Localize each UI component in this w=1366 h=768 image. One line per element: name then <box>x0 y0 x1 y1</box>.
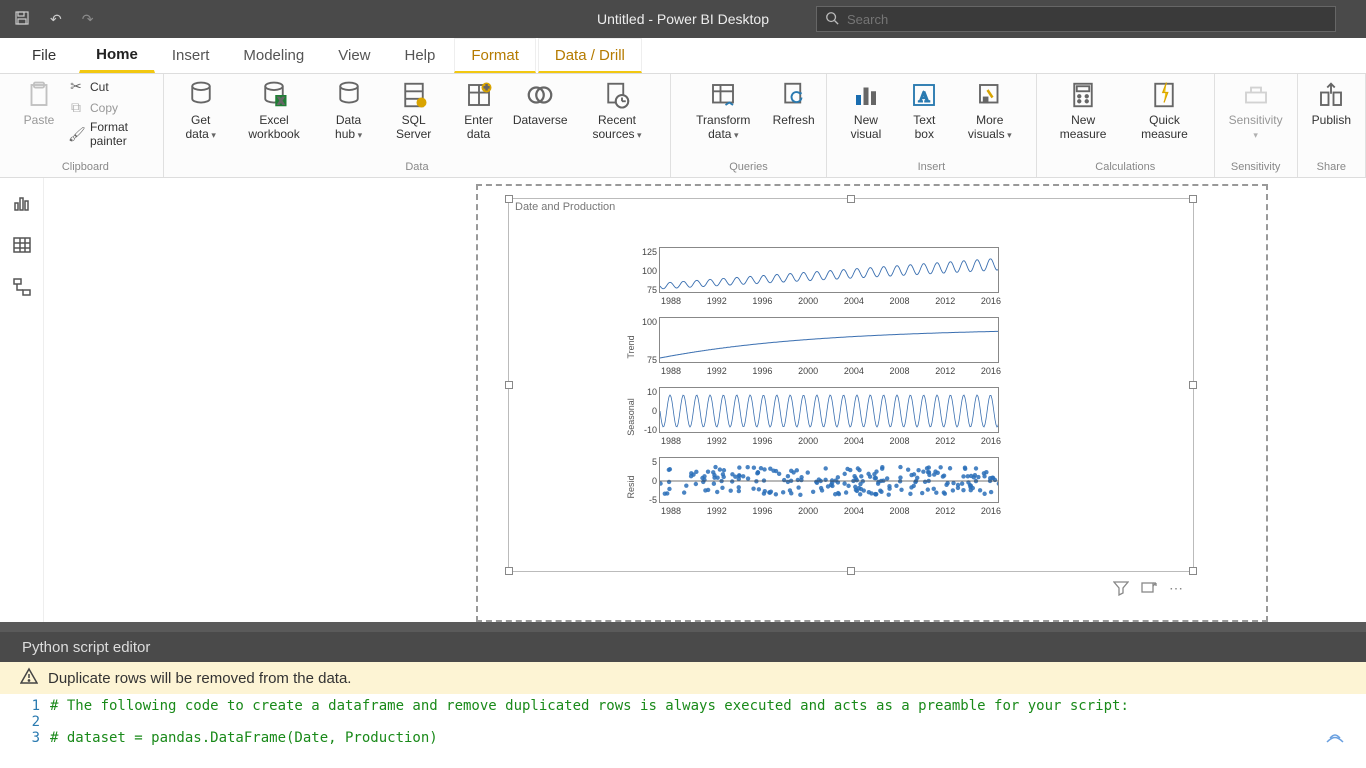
group-data-label: Data <box>172 161 662 177</box>
more-visuals-button[interactable]: More visuals <box>952 74 1028 142</box>
sensitivity-button[interactable]: Sensitivity <box>1223 74 1289 142</box>
recent-sources-button[interactable]: Recent sources <box>572 74 662 142</box>
new-visual-button[interactable]: New visual <box>835 74 897 142</box>
more-visuals-icon <box>975 78 1005 112</box>
text-icon: A <box>909 78 939 112</box>
group-sens-label: Sensitivity <box>1223 161 1289 177</box>
save-icon[interactable] <box>10 10 34 29</box>
resize-handle[interactable] <box>1189 381 1197 389</box>
publish-button[interactable]: Publish <box>1306 74 1357 128</box>
tab-modeling[interactable]: Modeling <box>226 38 321 73</box>
tab-datadrill[interactable]: Data / Drill <box>538 38 642 73</box>
python-visual[interactable]: Date and Production 12510075198819921996… <box>508 198 1194 572</box>
tab-help[interactable]: Help <box>388 38 453 73</box>
undo-icon[interactable]: ↶ <box>46 11 66 28</box>
resize-handle[interactable] <box>847 567 855 575</box>
resize-handle[interactable] <box>505 567 513 575</box>
enter-data-button[interactable]: +Enter data <box>449 74 509 142</box>
data-view-button[interactable] <box>11 234 33 256</box>
svg-text:+: + <box>483 83 488 93</box>
chart-icon <box>851 78 881 112</box>
data-hub-button[interactable]: Data hub <box>318 74 378 142</box>
search-icon <box>825 11 839 28</box>
svg-text:X: X <box>278 96 284 106</box>
excel-button[interactable]: XExcel workbook <box>232 74 317 142</box>
group-calc-label: Calculations <box>1045 161 1206 177</box>
transform-data-button[interactable]: Transform data <box>679 74 767 142</box>
filter-icon[interactable] <box>1113 580 1129 599</box>
report-canvas[interactable]: Date and Production 12510075198819921996… <box>44 178 1366 622</box>
resize-handle[interactable] <box>505 381 513 389</box>
clipboard-icon <box>24 78 54 112</box>
data-hub-icon <box>334 78 364 112</box>
paste-button[interactable]: Paste <box>16 74 62 128</box>
warning-icon <box>20 667 38 689</box>
group-insert-label: Insert <box>835 161 1028 177</box>
excel-icon: X <box>259 78 289 112</box>
ribbon: Paste ✂Cut ⧉Copy 🖌Format painter Clipboa… <box>0 74 1366 178</box>
focus-mode-icon[interactable] <box>1141 580 1157 599</box>
sensitivity-icon <box>1241 78 1271 112</box>
tab-file[interactable]: File <box>15 38 79 73</box>
splitter[interactable] <box>0 622 1366 632</box>
ribbon-tabs: File Home Insert Modeling View Help Form… <box>0 38 1366 74</box>
text-box-button[interactable]: AText box <box>899 74 950 142</box>
tab-home[interactable]: Home <box>79 38 155 73</box>
svg-text:A: A <box>919 89 930 105</box>
publish-icon <box>1316 78 1346 112</box>
refresh-button[interactable]: Refresh <box>769 74 817 128</box>
tab-format[interactable]: Format <box>454 38 536 73</box>
get-data-button[interactable]: Get data <box>172 74 230 142</box>
view-rail <box>0 178 44 622</box>
quick-measure-button[interactable]: Quick measure <box>1123 74 1205 142</box>
resize-handle[interactable] <box>505 195 513 203</box>
search-box[interactable] <box>816 6 1336 32</box>
copy-icon: ⧉ <box>68 99 84 116</box>
code-editor[interactable]: 1# The following code to create a datafr… <box>0 694 1366 750</box>
redo-icon[interactable]: ↷ <box>78 11 98 28</box>
copy-button[interactable]: ⧉Copy <box>68 99 151 116</box>
format-painter-button[interactable]: 🖌Format painter <box>68 120 151 148</box>
report-view-button[interactable] <box>11 192 33 214</box>
calculator-icon <box>1068 78 1098 112</box>
model-view-button[interactable] <box>11 276 33 298</box>
recent-icon <box>602 78 632 112</box>
script-editor-header: Python script editor <box>0 632 1366 662</box>
tab-insert[interactable]: Insert <box>155 38 227 73</box>
dataverse-icon <box>525 78 555 112</box>
scissors-icon: ✂ <box>68 78 84 95</box>
search-input[interactable] <box>847 12 1327 27</box>
report-page[interactable]: Date and Production 12510075198819921996… <box>476 184 1268 622</box>
enter-data-icon: + <box>464 78 494 112</box>
more-options-icon[interactable]: ⋯ <box>1169 580 1183 599</box>
transform-icon <box>708 78 738 112</box>
cut-button[interactable]: ✂Cut <box>68 78 151 95</box>
quick-measure-icon <box>1149 78 1179 112</box>
brush-icon: 🖌 <box>68 126 84 143</box>
dataverse-button[interactable]: Dataverse <box>511 74 570 128</box>
new-measure-button[interactable]: New measure <box>1045 74 1121 142</box>
refresh-icon <box>779 78 809 112</box>
subscribe-badge <box>1324 728 1346 748</box>
resize-handle[interactable] <box>847 195 855 203</box>
database-icon <box>186 78 216 112</box>
group-queries-label: Queries <box>679 161 818 177</box>
resize-handle[interactable] <box>1189 195 1197 203</box>
tab-view[interactable]: View <box>321 38 387 73</box>
duplicate-warning: Duplicate rows will be removed from the … <box>0 662 1366 694</box>
sql-icon <box>399 78 429 112</box>
sql-server-button[interactable]: SQL Server <box>381 74 447 142</box>
group-share-label: Share <box>1306 161 1357 177</box>
resize-handle[interactable] <box>1189 567 1197 575</box>
decomposition-chart: 1251007519881992199620002004200820122016… <box>659 247 1189 527</box>
group-clipboard-label: Clipboard <box>16 161 155 177</box>
